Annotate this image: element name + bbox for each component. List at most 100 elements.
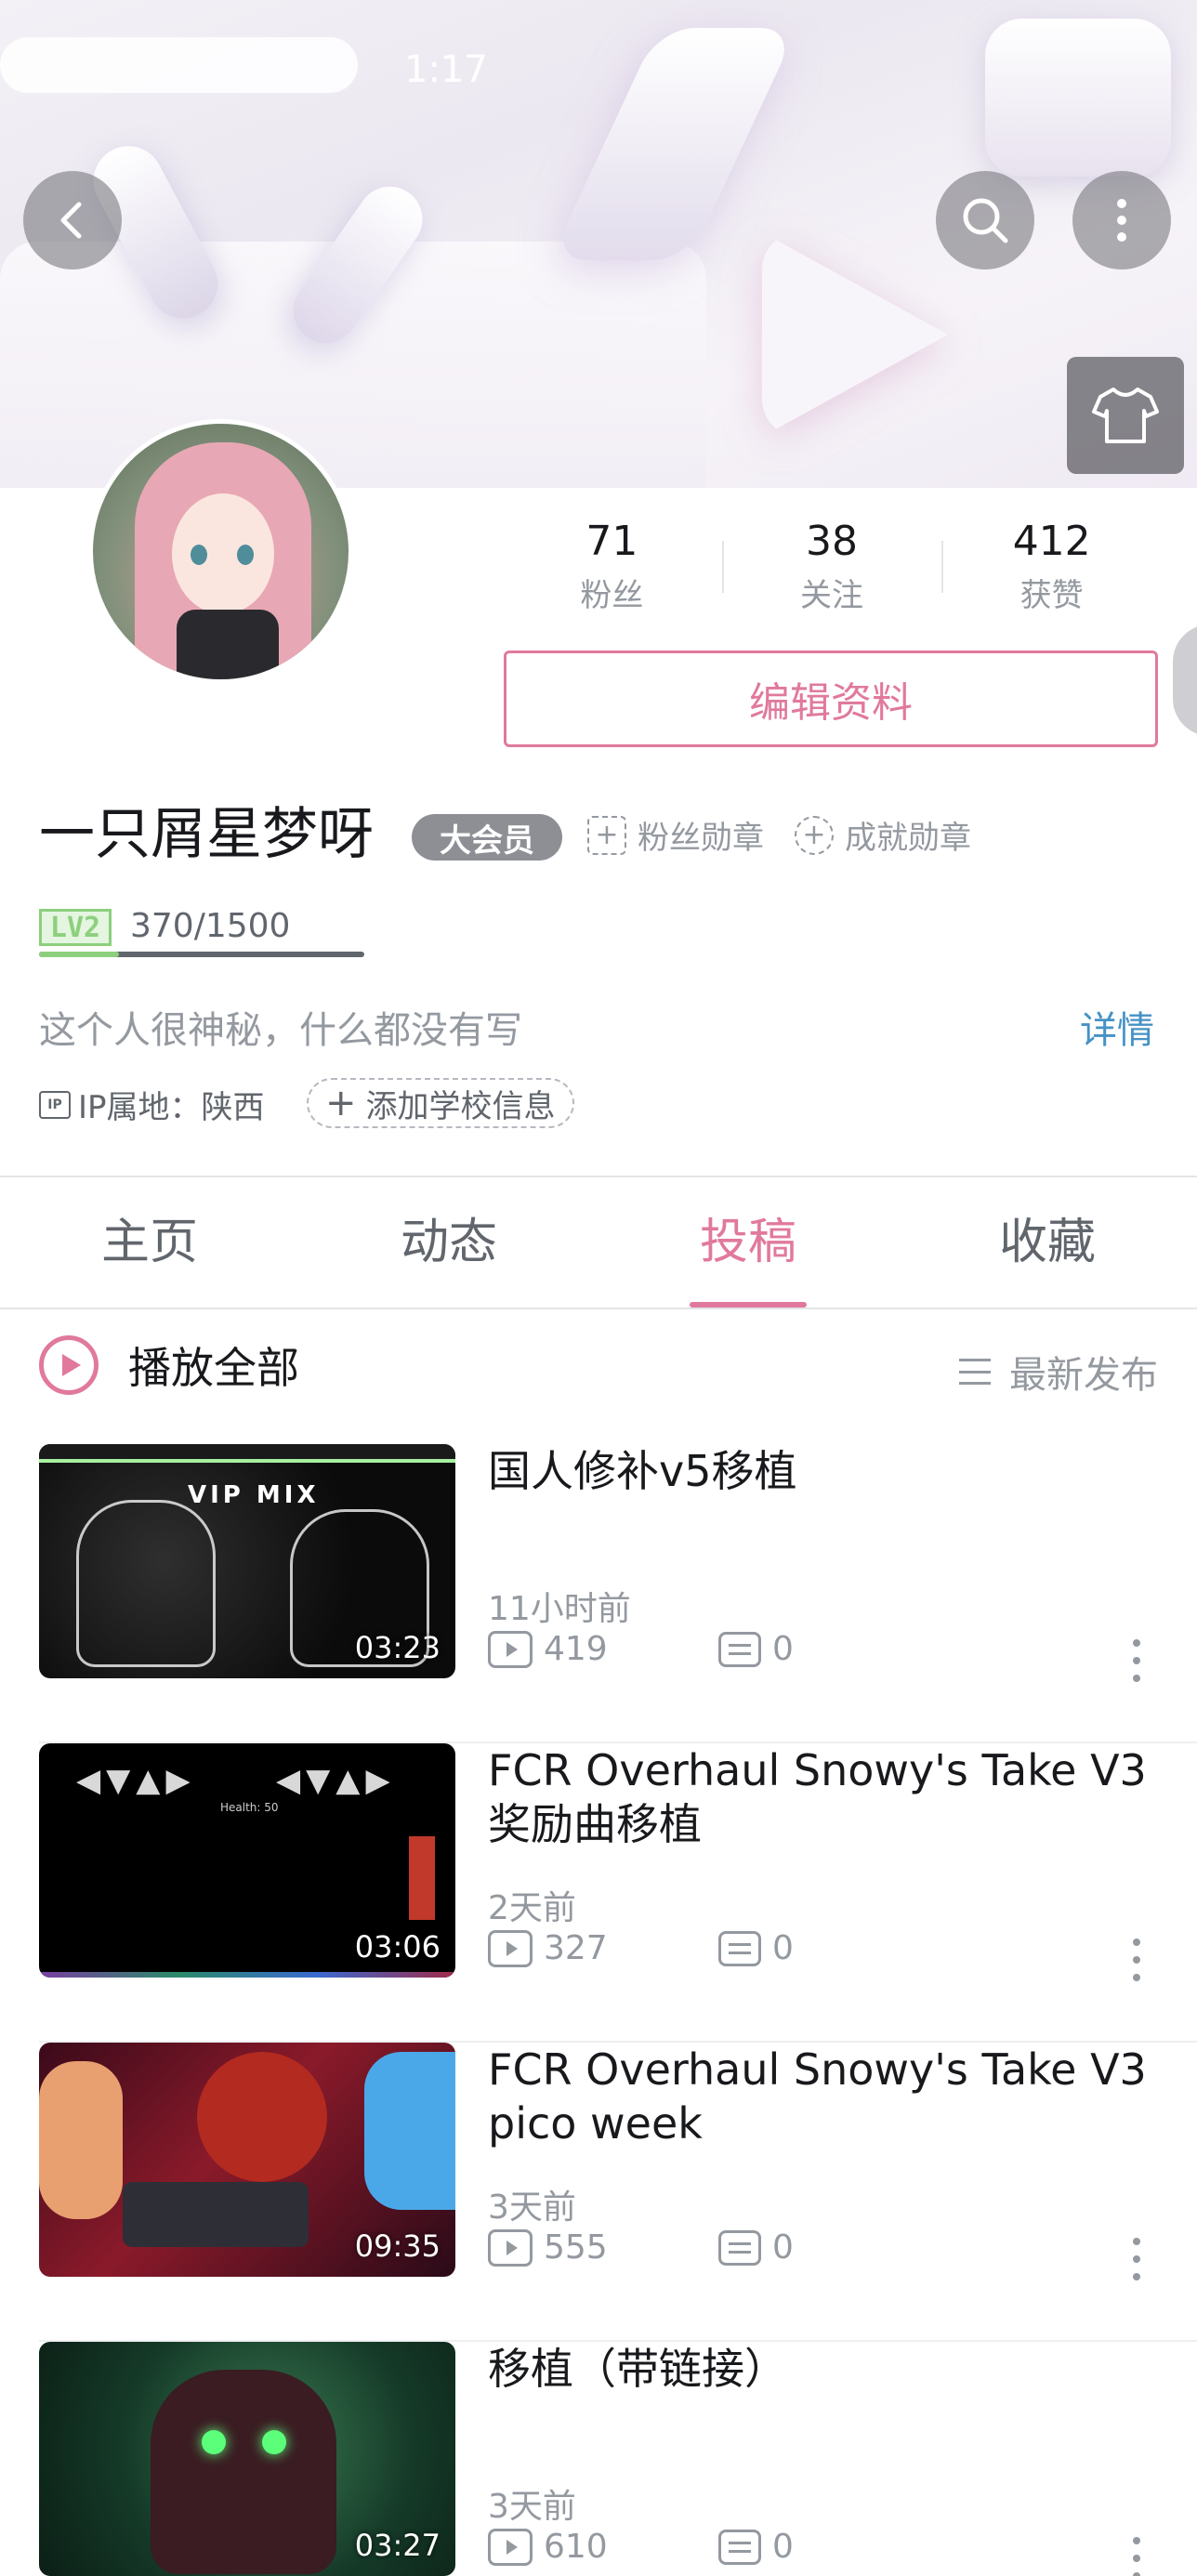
video-duration: 03:27 [354,2528,441,2563]
video-stats: 419 0 [488,1630,794,1668]
chevron-left-icon [60,202,82,239]
achievement-medal-label: 成就勋章 [845,820,971,857]
video-thumbnail[interactable]: 09:35 [39,2043,455,2277]
fan-medal-button[interactable]: + 粉丝勋章 [587,812,764,858]
comment-icon [718,2229,761,2266]
view-count: 419 [544,1630,608,1668]
comment-icon [718,1930,761,1966]
side-panel-handle[interactable] [1173,624,1197,736]
more-vertical-icon [1117,199,1126,242]
video-title[interactable]: FCR Overhaul Snowy's Take V3 奖励曲移植 [488,1743,1157,1851]
add-medal-icon: + [587,815,626,855]
exp-text: 370/1500 [130,907,291,945]
bio-text: 这个人很神秘，什么都没有写 [39,1009,522,1052]
video-more-icon[interactable] [1132,1639,1141,1682]
add-school-label: 添加学校信息 [365,1087,556,1125]
likes-label: 获赞 [1019,577,1084,614]
view-count: 610 [544,2528,608,2566]
following-count: 38 [806,518,858,565]
avatar[interactable] [88,419,353,684]
vip-badge[interactable]: 大会员 [412,814,562,861]
profile-page: 1:17 71 粉丝 38 关注 412 获赞 编辑资料 一只屑星梦呀 大会员 … [0,0,1197,2576]
video-stats: 327 0 [488,1929,794,1967]
search-button[interactable] [936,171,1034,269]
search-icon [963,198,1008,243]
dress-up-button[interactable] [1067,357,1184,474]
tab-favorites[interactable]: 收藏 [898,1177,1197,1308]
video-thumbnail[interactable]: ◀▼▲▶ ◀▼▲▶ Health: 50 03:06 [39,1743,455,1978]
play-count-icon [488,1630,533,1668]
more-button[interactable] [1072,171,1171,269]
ip-location: IP IP属地：陕西 [39,1082,265,1127]
profile-tabs: 主页 动态 投稿 收藏 [0,1177,1197,1308]
stats-row: 71 粉丝 38 关注 412 获赞 [502,511,1162,623]
level-badge[interactable]: LV2 [39,909,112,946]
stat-likes[interactable]: 412 获赞 [941,511,1162,623]
comment-icon [718,1631,761,1667]
back-button[interactable] [23,171,122,269]
video-publish-time: 2天前 [488,1889,576,1927]
comment-count: 0 [772,1630,794,1668]
thumbnail-text: Health: 50 [220,1801,279,1814]
status-time: 1:17 [404,48,488,91]
stat-followers[interactable]: 71 粉丝 [502,511,722,623]
view-count: 555 [544,2228,608,2267]
edit-profile-button[interactable]: 编辑资料 [504,651,1158,747]
video-stats: 555 0 [488,2228,794,2267]
comment-count: 0 [772,2228,794,2267]
video-duration: 03:23 [354,1630,441,1665]
video-stats: 610 0 [488,2528,794,2566]
comment-icon [718,2529,761,2565]
tshirt-icon [1092,388,1159,443]
list-icon [959,1359,991,1385]
username: 一只屑星梦呀 [39,802,374,867]
play-all-button[interactable]: 播放全部 [39,1334,299,1396]
tab-uploads[interactable]: 投稿 [598,1177,898,1308]
comment-count: 0 [772,2528,794,2566]
play-count-icon [488,2228,533,2267]
video-publish-time: 3天前 [488,2488,576,2526]
video-title[interactable]: FCR Overhaul Snowy's Take V3 pico week [488,2043,1157,2150]
tab-dynamics[interactable]: 动态 [299,1177,598,1308]
video-title[interactable]: 移植（带链接） [488,2342,1157,2396]
exp-bar-fill [39,952,119,957]
video-more-icon[interactable] [1132,2537,1141,2576]
play-count-icon [488,2528,533,2566]
video-duration: 09:35 [354,2228,441,2264]
fan-medal-label: 粉丝勋章 [638,820,764,857]
video-item[interactable]: 03:27 移植（带链接） 3天前 610 0 [0,2342,1197,2576]
plus-icon: + [325,1082,357,1124]
video-item[interactable]: 09:35 FCR Overhaul Snowy's Take V3 pico … [0,2043,1197,2342]
video-publish-time: 11小时前 [488,1590,631,1628]
video-title[interactable]: 国人修补v5移植 [488,1444,1157,1498]
video-thumbnail[interactable]: 03:27 [39,2342,455,2576]
likes-count: 412 [1012,518,1091,565]
add-school-button[interactable]: + 添加学校信息 [307,1078,574,1128]
play-all-label: 播放全部 [128,1343,299,1393]
video-thumbnail[interactable]: VIP MIX 03:23 [39,1444,455,1678]
comment-count: 0 [772,1929,794,1967]
ip-icon: IP [39,1090,71,1119]
following-label: 关注 [800,577,863,614]
video-publish-time: 3天前 [488,2188,576,2227]
thumbnail-text: VIP MIX [188,1481,320,1509]
profile-banner[interactable]: 1:17 [0,0,1197,488]
tab-home[interactable]: 主页 [0,1177,299,1308]
stat-following[interactable]: 38 关注 [721,511,942,623]
video-duration: 03:06 [354,1929,441,1965]
divider [0,1308,1197,1309]
ip-location-text: IP属地：陕西 [78,1089,265,1126]
play-circle-icon [39,1335,99,1395]
add-achievement-icon: + [795,815,834,855]
video-item[interactable]: ◀▼▲▶ ◀▼▲▶ Health: 50 03:06 FCR Overhaul … [0,1743,1197,2043]
video-item[interactable]: VIP MIX 03:23 国人修补v5移植 11小时前 419 0 [0,1444,1197,1743]
video-more-icon[interactable] [1132,2238,1141,2280]
view-count: 327 [544,1929,608,1967]
sort-label: 最新发布 [1009,1354,1158,1397]
achievement-medal-button[interactable]: + 成就勋章 [795,812,971,858]
video-more-icon[interactable] [1132,1939,1141,1981]
followers-label: 粉丝 [580,577,644,614]
followers-count: 71 [585,518,638,565]
details-link[interactable]: 详情 [1080,1000,1154,1054]
sort-button[interactable]: 最新发布 [959,1345,1158,1399]
